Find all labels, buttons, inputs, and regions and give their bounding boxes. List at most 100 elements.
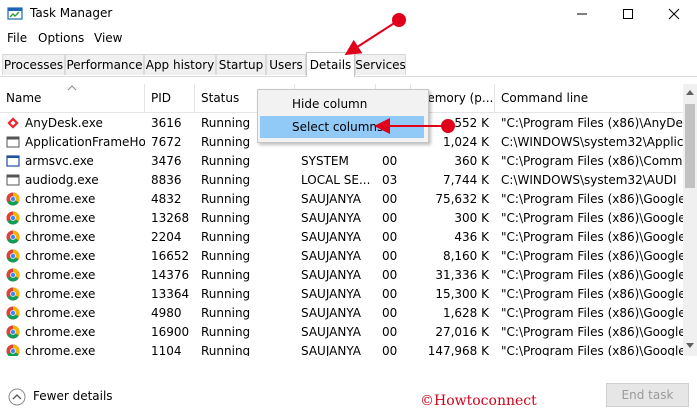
cell-user: SAUJANYA	[295, 189, 376, 208]
cell-text: 00	[382, 210, 398, 225]
tab-startup[interactable]: Startup	[216, 54, 266, 75]
cell-mem: 147,968 K	[411, 341, 495, 357]
cell-text: 00	[382, 324, 398, 339]
menu-options[interactable]: Options	[38, 31, 84, 45]
cell-name: armsvc.exe	[0, 151, 145, 170]
cell-text: Running	[201, 286, 251, 301]
table-row[interactable]: chrome.exe 2204 Running SAUJANYA 00 436 K "C:\…	[0, 227, 683, 246]
cell-text: chrome.exe	[25, 343, 96, 357]
cell-cmd: "C:\Program Files (x86)\Google	[495, 284, 683, 303]
cell-text: SAUJANYA	[301, 343, 361, 357]
cell-text: armsvc.exe	[25, 153, 94, 168]
menu-item-hide-column[interactable]: Hide column	[260, 93, 424, 115]
cell-pid: 8836	[145, 170, 195, 189]
column-header-command-line[interactable]: Command line	[495, 84, 683, 112]
tab-services[interactable]: Services	[355, 54, 406, 75]
cell-user: SAUJANYA	[295, 303, 376, 322]
cell-mem: 8,160 K	[411, 246, 495, 265]
cell-text: 00	[382, 191, 398, 206]
footer: Fewer details End task	[0, 376, 697, 417]
cell-text: chrome.exe	[25, 267, 96, 282]
minimize-button[interactable]	[559, 0, 605, 28]
table-row[interactable]: chrome.exe 14376 Running SAUJANYA 00 31,336 K…	[0, 265, 683, 284]
cell-text: Running	[201, 210, 251, 225]
table-row[interactable]: chrome.exe 13268 Running SAUJANYA 00 300 K "C:…	[0, 208, 683, 227]
table-row[interactable]: audiodg.exe 8836 Running LOCAL SE... 03 7,744…	[0, 170, 683, 189]
tab-strip: Processes Performance App history Startu…	[0, 52, 697, 77]
end-task-button[interactable]: End task	[606, 383, 689, 407]
fewer-details-toggle[interactable]	[8, 387, 27, 406]
cell-text: 16900	[151, 324, 190, 339]
table-row[interactable]: chrome.exe 16900 Running SAUJANYA 00 27,016 K…	[0, 322, 683, 341]
tab-processes[interactable]: Processes	[2, 54, 65, 75]
cell-mem: 1,628 K	[411, 303, 495, 322]
window-icon	[6, 154, 20, 168]
cell-text: Running	[201, 343, 251, 357]
column-header-pid[interactable]: PID	[145, 84, 195, 112]
cell-text: Running	[201, 267, 251, 282]
scroll-down-icon[interactable]	[686, 343, 694, 349]
column-label: Name	[6, 91, 42, 105]
menu-item-select-columns[interactable]: Select columns	[260, 116, 424, 138]
scroll-up-icon[interactable]	[686, 89, 694, 95]
tab-details[interactable]: Details	[306, 52, 355, 77]
cell-text: 8,160 K	[442, 248, 489, 263]
vertical-scrollbar[interactable]	[683, 84, 697, 356]
anydesk-icon	[6, 116, 20, 130]
table-row[interactable]: chrome.exe 16652 Running SAUJANYA 00 8,160 K "…	[0, 246, 683, 265]
cell-mem: 15,300 K	[411, 284, 495, 303]
close-button[interactable]	[651, 0, 697, 28]
cell-cmd: C:\WINDOWS\system32\Applic	[495, 132, 683, 151]
cell-text: "C:\Program Files (x86)\Google	[501, 286, 683, 301]
menu-bar: File Options View	[0, 28, 697, 50]
scrollbar-thumb[interactable]	[685, 104, 695, 188]
cell-text: SAUJANYA	[301, 305, 361, 320]
cell-cmd: "C:\Program Files (x86)\Google	[495, 341, 683, 357]
maximize-button[interactable]	[605, 0, 651, 28]
cell-cmd: "C:\Program Files (x86)\Google	[495, 189, 683, 208]
fewer-details-label[interactable]: Fewer details	[33, 389, 113, 403]
cell-text: 1104	[151, 343, 182, 357]
cell-text: 360 K	[454, 153, 489, 168]
watermark: ©Howtoconnect	[420, 393, 537, 409]
cell-text: "C:\Program Files (x86)\Google	[501, 248, 683, 263]
chrome-icon	[6, 211, 20, 225]
cell-pid: 7672	[145, 132, 195, 151]
minimize-icon	[577, 13, 587, 15]
cell-user: SYSTEM	[295, 151, 376, 170]
cell-text: "C:\Program Files (x86)\Google	[501, 210, 683, 225]
table-row[interactable]: chrome.exe 4980 Running SAUJANYA 00 1,628 K "C…	[0, 303, 683, 322]
task-manager-icon	[7, 7, 23, 20]
cell-mem: 75,632 K	[411, 189, 495, 208]
table-row[interactable]: chrome.exe 4832 Running SAUJANYA 00 75,632 K "…	[0, 189, 683, 208]
tab-app-history[interactable]: App history	[144, 54, 216, 75]
cell-text: Running	[201, 229, 251, 244]
cell-cmd: "C:\Program Files (x86)\AnyDes	[495, 113, 683, 132]
cell-user: SAUJANYA	[295, 284, 376, 303]
cell-text: "C:\Program Files (x86)\Google	[501, 324, 683, 339]
cell-pid: 3476	[145, 151, 195, 170]
menu-view[interactable]: View	[94, 31, 122, 45]
tab-users[interactable]: Users	[266, 54, 306, 75]
table-row[interactable]: armsvc.exe 3476 Running SYSTEM 00 360 K "C:\Pr…	[0, 151, 683, 170]
cell-cmd: "C:\Program Files (x86)\Comm	[495, 151, 683, 170]
cell-cmd: "C:\Program Files (x86)\Google	[495, 246, 683, 265]
cell-mem: 436 K	[411, 227, 495, 246]
cell-text: Running	[201, 191, 251, 206]
table-row[interactable]: chrome.exe 1104 Running SAUJANYA 00 147,968 K…	[0, 341, 683, 356]
cell-status: Running	[195, 227, 295, 246]
table-row[interactable]: chrome.exe 13364 Running SAUJANYA 00 15,300 K…	[0, 284, 683, 303]
cell-cmd: "C:\Program Files (x86)\Google	[495, 322, 683, 341]
chrome-icon	[6, 306, 20, 320]
cell-status: Running	[195, 189, 295, 208]
close-icon	[668, 8, 680, 20]
cell-text: 75,632 K	[435, 191, 489, 206]
cell-pid: 13364	[145, 284, 195, 303]
menu-file[interactable]: File	[7, 31, 27, 45]
app-frame-icon	[6, 135, 20, 149]
cell-text: Running	[201, 172, 251, 187]
cell-name: chrome.exe	[0, 341, 145, 356]
tab-performance[interactable]: Performance	[65, 54, 144, 75]
cell-text: 14376	[151, 267, 190, 282]
cell-user: SAUJANYA	[295, 322, 376, 341]
